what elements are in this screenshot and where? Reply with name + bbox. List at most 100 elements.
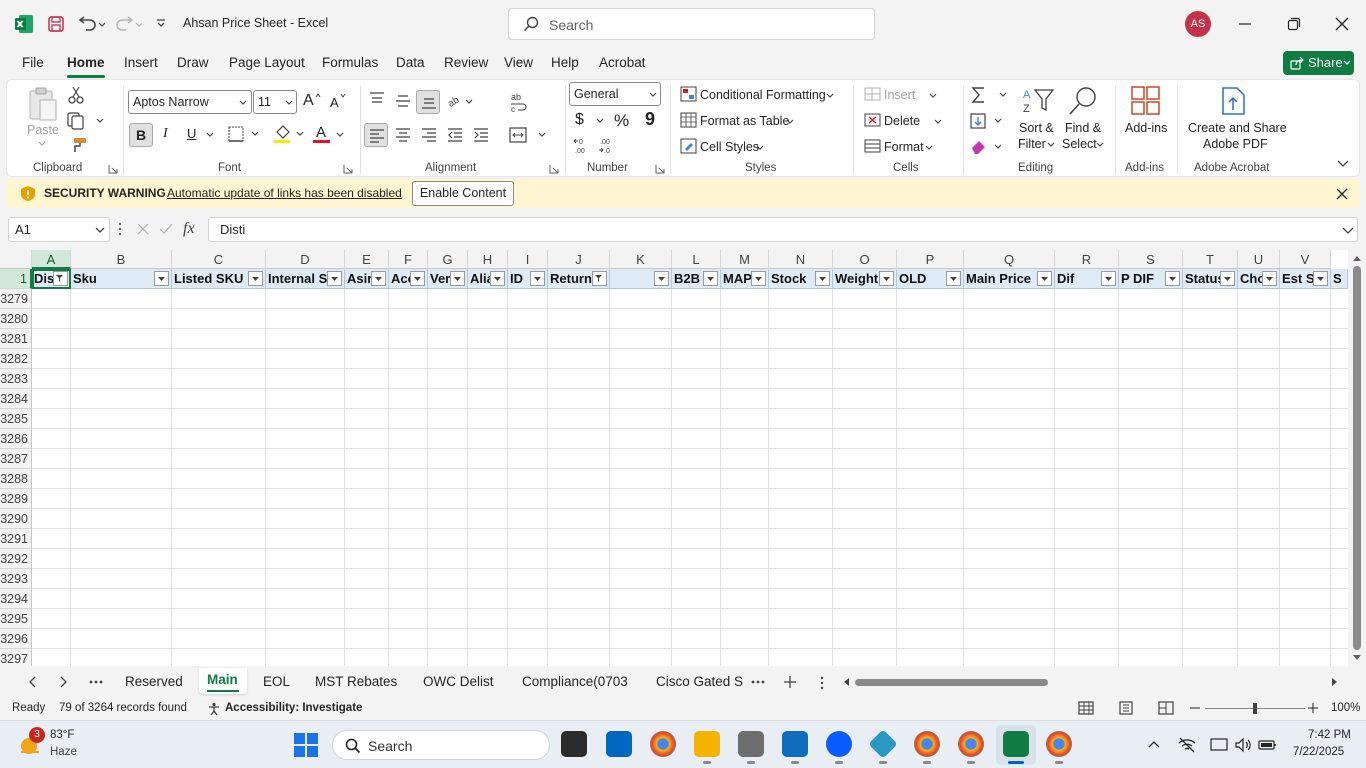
search-input[interactable]: Search: [508, 8, 875, 40]
table-header-cell[interactable]: Dif: [1055, 269, 1119, 289]
table-header-cell[interactable]: Acc: [389, 269, 428, 289]
chevron-down-icon[interactable]: [786, 119, 794, 125]
filter-dropdown-icon[interactable]: [371, 271, 386, 286]
tab-home[interactable]: Home: [67, 55, 105, 70]
column-header[interactable]: A: [32, 250, 71, 269]
customize-toolbar-icon[interactable]: [156, 18, 166, 28]
filter-active-icon[interactable]: [53, 271, 68, 286]
chevron-down-icon[interactable]: [1047, 142, 1055, 148]
sheet-tab-cisco-gated[interactable]: Cisco Gated S: [656, 674, 743, 689]
redo-icon[interactable]: [115, 15, 143, 33]
find-select-label-2[interactable]: Select: [1062, 137, 1097, 151]
cell-styles-button[interactable]: Cell Styles: [700, 140, 759, 154]
copy-icon[interactable]: [67, 112, 107, 130]
row-header[interactable]: 3293: [0, 569, 32, 589]
formula-input[interactable]: Disti: [208, 217, 1358, 242]
clear-icon[interactable]: [970, 138, 1010, 156]
taskbar-search-input[interactable]: Search: [332, 730, 550, 760]
chrome-profile-icon[interactable]: [1046, 731, 1072, 757]
tab-view[interactable]: View: [504, 55, 533, 70]
filter-dropdown-icon[interactable]: [154, 271, 169, 286]
italic-button[interactable]: I: [163, 126, 168, 142]
maximize-icon[interactable]: [1287, 17, 1301, 31]
filter-dropdown-icon[interactable]: [1165, 271, 1180, 286]
page-break-view-icon[interactable]: [1158, 701, 1174, 715]
merge-center-icon[interactable]: [509, 126, 549, 144]
security-warning-message[interactable]: Automatic update of links has been disab…: [167, 186, 402, 200]
add-ins-button[interactable]: Add-ins: [1125, 121, 1167, 135]
filter-dropdown-icon[interactable]: [703, 271, 718, 286]
underline-button[interactable]: U: [187, 126, 196, 141]
decrease-decimal-icon[interactable]: .00.0: [598, 136, 616, 154]
column-header[interactable]: F: [389, 250, 428, 269]
column-header[interactable]: R: [1055, 250, 1119, 269]
add-ins-icon[interactable]: [1131, 86, 1161, 116]
volume-icon[interactable]: [1234, 737, 1252, 753]
filter-dropdown-icon[interactable]: [1220, 271, 1235, 286]
page-layout-view-icon[interactable]: [1118, 701, 1134, 715]
format-cells-icon[interactable]: [864, 139, 882, 153]
save-icon[interactable]: [47, 15, 65, 33]
filter-dropdown-icon[interactable]: [248, 271, 263, 286]
align-bottom-button[interactable]: [416, 90, 440, 114]
align-center-icon[interactable]: [395, 128, 411, 142]
filter-dropdown-icon[interactable]: [815, 271, 830, 286]
table-header-cell[interactable]: Stock: [769, 269, 833, 289]
share-button[interactable]: Share: [1283, 51, 1354, 75]
row-header[interactable]: 3290: [0, 509, 32, 529]
excel-taskbar-icon[interactable]: [1003, 731, 1029, 757]
align-right-icon[interactable]: [421, 128, 437, 142]
column-header[interactable]: I: [508, 250, 548, 269]
sheet-tab-compliance[interactable]: Compliance(0703: [522, 674, 628, 689]
filter-dropdown-icon[interactable]: [327, 271, 342, 286]
sheet-tab-main[interactable]: Main: [207, 672, 238, 687]
fill-color-icon[interactable]: [273, 124, 305, 144]
column-header[interactable]: E: [345, 250, 389, 269]
format-cells-button[interactable]: Format: [884, 140, 924, 154]
add-sheet-icon[interactable]: [783, 675, 797, 689]
tab-file[interactable]: File: [22, 55, 44, 70]
table-header-cell[interactable]: Dis: [32, 269, 71, 289]
chrome-icon[interactable]: [650, 731, 676, 757]
column-header[interactable]: C: [172, 250, 266, 269]
row-header[interactable]: 3297: [0, 649, 32, 666]
column-header[interactable]: L: [672, 250, 721, 269]
zoom-level[interactable]: 100%: [1331, 702, 1360, 714]
scroll-left-icon[interactable]: [842, 677, 850, 687]
normal-view-icon[interactable]: [1078, 701, 1094, 715]
row-header[interactable]: 3296: [0, 629, 32, 649]
horizontal-scrollbar-thumb[interactable]: [855, 679, 1048, 686]
clock-time[interactable]: 7:42 PM: [1308, 729, 1351, 741]
cut-icon[interactable]: [68, 86, 84, 104]
percent-format-button[interactable]: %: [614, 111, 629, 131]
column-header[interactable]: Q: [964, 250, 1055, 269]
column-header[interactable]: B: [71, 250, 172, 269]
chevron-left-icon[interactable]: [28, 676, 36, 688]
row-header[interactable]: 3284: [0, 389, 32, 409]
format-as-table-button[interactable]: Format as Table: [700, 114, 789, 128]
row-header[interactable]: 3291: [0, 529, 32, 549]
task-view-icon[interactable]: [561, 731, 587, 757]
tab-insert[interactable]: Insert: [124, 55, 158, 70]
orientation-icon[interactable]: ab: [447, 92, 475, 110]
chevron-up-icon[interactable]: [1148, 740, 1160, 748]
windows-start-icon[interactable]: [294, 733, 318, 757]
paste-icon[interactable]: [27, 86, 59, 122]
chrome-profile-icon[interactable]: [914, 731, 940, 757]
table-header-cell[interactable]: S: [1331, 269, 1348, 289]
chevron-down-icon[interactable]: [596, 118, 604, 124]
outlook-icon[interactable]: [782, 731, 808, 757]
filter-dropdown-icon[interactable]: [1262, 271, 1277, 286]
number-format-select[interactable]: General: [569, 82, 661, 106]
column-header[interactable]: U: [1238, 250, 1280, 269]
create-share-pdf-label[interactable]: Create and Share: [1188, 121, 1287, 135]
column-header[interactable]: G: [428, 250, 468, 269]
filter-active-icon[interactable]: [592, 271, 607, 286]
confirm-entry-icon[interactable]: [159, 223, 173, 235]
row-header[interactable]: 3295: [0, 609, 32, 629]
minimize-icon[interactable]: [1238, 22, 1252, 26]
table-header-cell[interactable]: Ver: [428, 269, 468, 289]
column-header[interactable]: S: [1119, 250, 1183, 269]
chevron-down-icon[interactable]: [206, 132, 214, 138]
filter-dropdown-icon[interactable]: [450, 271, 465, 286]
